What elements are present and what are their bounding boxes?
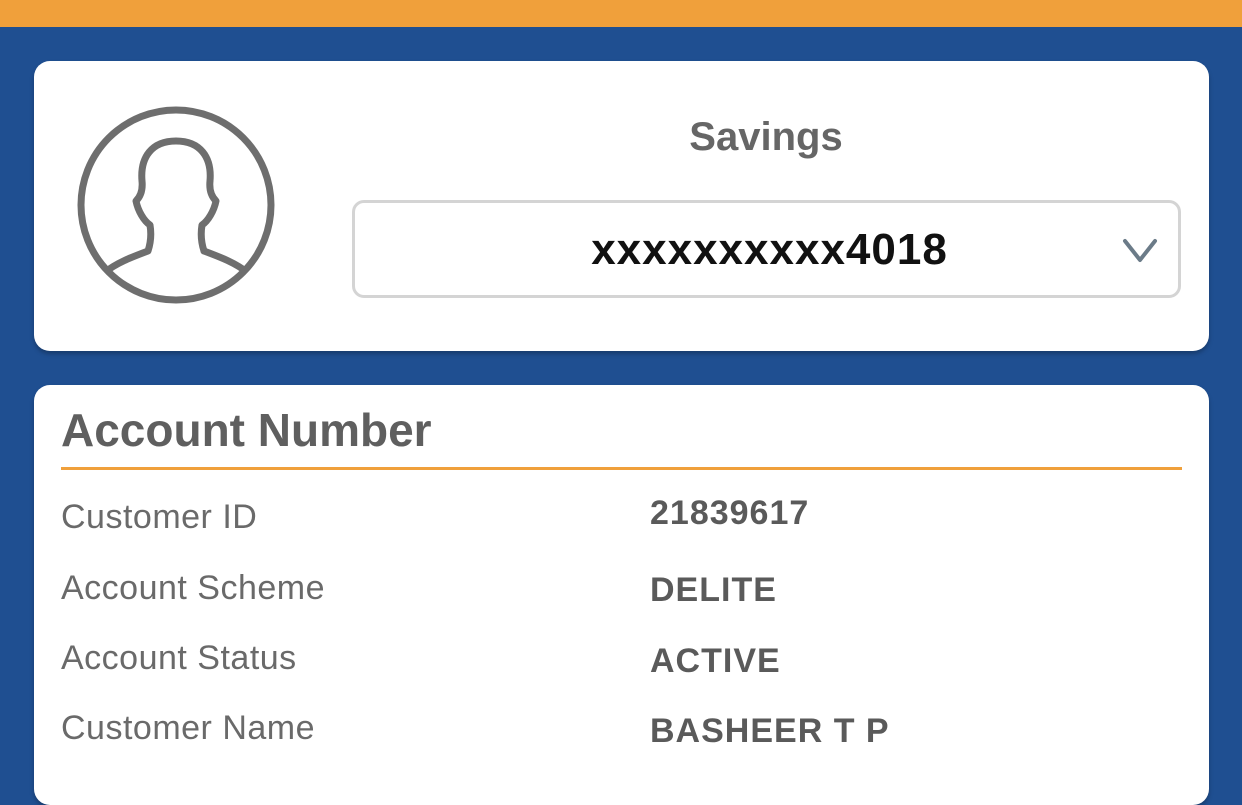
detail-value: BASHEER T P [650,712,890,750]
section-title: Account Number [61,404,432,456]
chevron-down-icon[interactable] [1122,235,1158,265]
account-card: Savings xxxxxxxxxx4018 [34,61,1209,351]
detail-row-account-scheme: Account Scheme DELITE [61,569,1182,619]
account-type-label: Savings [689,115,843,159]
account-details-card: Account Number Customer ID 21839617 Acco… [34,385,1209,805]
detail-label: Account Scheme [61,569,326,607]
detail-value: 21839617 [650,494,810,532]
detail-label: Account Status [61,639,297,677]
selected-account-number: xxxxxxxxxx4018 [591,225,948,274]
top-bar [0,0,1242,27]
detail-row-customer-name: Customer Name BASHEER T P [61,709,1182,759]
user-avatar-icon [76,105,276,305]
detail-label: Customer ID [61,498,258,536]
detail-label: Customer Name [61,709,316,747]
detail-value: ACTIVE [650,642,781,680]
detail-row-customer-id: Customer ID 21839617 [61,494,1182,548]
detail-row-account-status: Account Status ACTIVE [61,639,1182,689]
detail-value: DELITE [650,571,777,609]
section-divider [61,467,1182,470]
account-number-dropdown[interactable]: xxxxxxxxxx4018 [352,200,1181,298]
